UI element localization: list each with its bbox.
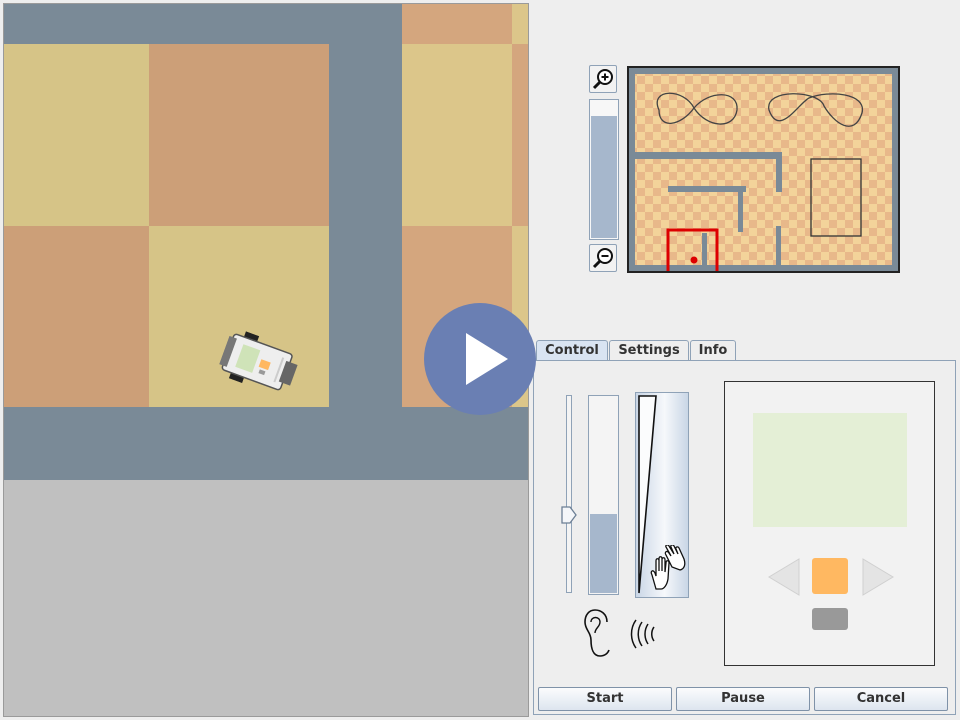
touch-sensor-panel[interactable]: [635, 392, 689, 598]
enter-button[interactable]: [812, 558, 848, 594]
right-arrow-button[interactable]: [861, 558, 895, 596]
play-button[interactable]: [424, 303, 536, 415]
zoom-slider[interactable]: [589, 99, 619, 240]
zoom-in-button[interactable]: [589, 65, 617, 93]
tab-info[interactable]: Info: [690, 340, 736, 360]
brick-screen: [753, 413, 907, 527]
floor-tile: [512, 4, 528, 44]
mini-map-drawing: [635, 74, 892, 271]
floor-tile: [149, 44, 329, 226]
pause-button[interactable]: Pause: [676, 687, 810, 711]
empty-floor: [4, 480, 528, 716]
speed-slider[interactable]: [566, 395, 572, 593]
mini-map[interactable]: [627, 66, 900, 273]
sound-level-fill: [590, 513, 617, 593]
cancel-button[interactable]: Cancel: [814, 687, 948, 711]
tab-settings[interactable]: Settings: [609, 340, 689, 360]
zoom-out-button[interactable]: [589, 244, 617, 272]
floor-tile: [512, 44, 528, 226]
floor-tile: [4, 44, 149, 226]
touch-hands-icon: [650, 545, 686, 590]
zoom-level-fill: [591, 115, 617, 238]
zoom-in-icon: [592, 69, 613, 90]
speed-slider-thumb[interactable]: [561, 506, 577, 524]
zoom-out-icon: [592, 248, 613, 269]
sound-level-bar: [588, 395, 619, 595]
sound-wave-icon: [630, 619, 655, 649]
floor-tile: [402, 44, 512, 226]
floor-tile: [402, 4, 512, 44]
nxt-brick: [724, 381, 935, 666]
escape-button[interactable]: [812, 608, 848, 630]
left-arrow-button[interactable]: [767, 558, 801, 596]
ear-icon: [584, 609, 610, 657]
start-button[interactable]: Start: [538, 687, 672, 711]
tab-control[interactable]: Control: [536, 340, 608, 360]
floor-tile: [4, 226, 149, 407]
